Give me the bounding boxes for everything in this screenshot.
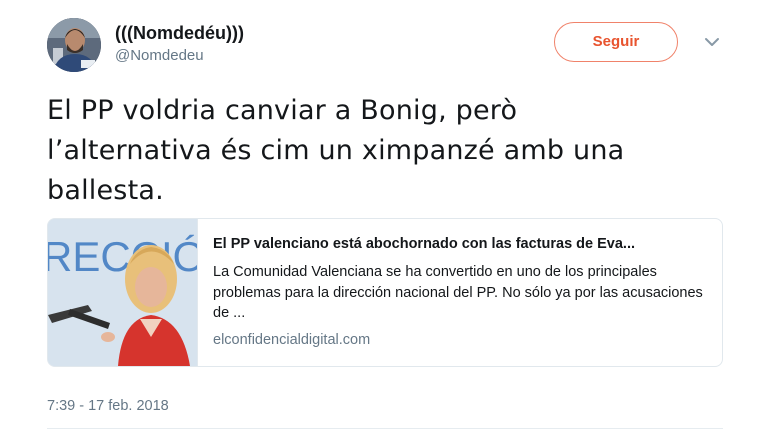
follow-button[interactable]: Seguir bbox=[554, 22, 678, 62]
tweet: (((Nomdedéu))) @Nomdedeu Seguir El PP vo… bbox=[0, 0, 770, 433]
chevron-down-icon[interactable] bbox=[702, 32, 722, 52]
divider bbox=[47, 428, 723, 429]
username-handle[interactable]: @Nomdedeu bbox=[115, 46, 244, 66]
tweet-text: El PP voldria canviar a Bonig, però l’al… bbox=[47, 91, 737, 211]
card-domain: elconfidencialdigital.com bbox=[213, 331, 371, 348]
avatar[interactable] bbox=[47, 18, 101, 72]
tweet-text-line: El PP voldria canviar a Bonig, però bbox=[47, 95, 518, 126]
avatar-photo-icon bbox=[47, 18, 101, 72]
tweet-text-line: ballesta. bbox=[47, 175, 164, 206]
card-body: El PP valenciano está abochornado con la… bbox=[213, 235, 709, 350]
card-title[interactable]: El PP valenciano está abochornado con la… bbox=[213, 235, 709, 254]
tweet-header: (((Nomdedéu))) @Nomdedeu Seguir bbox=[47, 18, 737, 72]
author-names: (((Nomdedéu))) @Nomdedeu bbox=[115, 22, 244, 66]
card-description: La Comunidad Valenciana se ha convertido… bbox=[213, 264, 703, 321]
card-image: RECCIÓ bbox=[48, 219, 198, 366]
tweet-text-line: l’alternativa és cim un ximpanzé amb una bbox=[47, 135, 625, 166]
tweet-timestamp[interactable]: 7:39 - 17 feb. 2018 bbox=[47, 396, 169, 416]
link-card[interactable]: RECCIÓ El PP valenciano está abochornado… bbox=[47, 218, 723, 367]
display-name[interactable]: (((Nomdedéu))) bbox=[115, 22, 244, 44]
